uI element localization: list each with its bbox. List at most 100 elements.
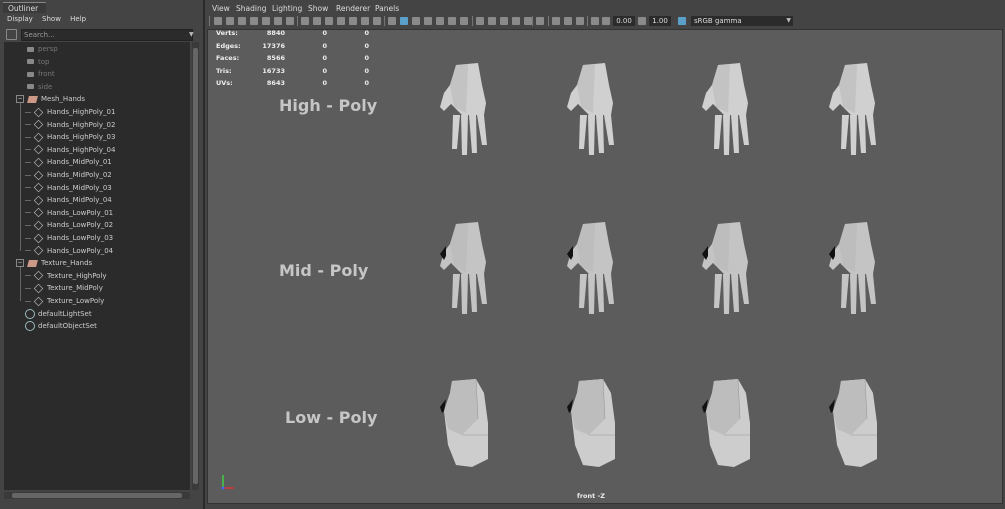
filter-icon[interactable] [6, 29, 17, 40]
outliner-item[interactable]: front [25, 68, 55, 80]
camera-icon [27, 46, 34, 52]
anti-alias-icon[interactable] [424, 17, 432, 25]
mesh-icon [33, 170, 44, 180]
gamma-icon[interactable] [638, 17, 646, 25]
outliner-item[interactable]: Hands_MidPoly_04 [25, 194, 112, 206]
motion-blur-icon[interactable] [412, 17, 420, 25]
hand-model-high-4[interactable] [829, 63, 893, 155]
outliner-item[interactable]: Hands_MidPoly_01 [25, 156, 112, 168]
outliner-item-label: Hands_HighPoly_01 [47, 108, 116, 116]
outliner-item[interactable]: Hands_LowPoly_01 [25, 207, 113, 219]
outliner-item[interactable]: − Mesh_Hands [16, 93, 85, 105]
hand-model-high-2[interactable] [567, 63, 631, 155]
xray-joints-icon[interactable] [476, 17, 484, 25]
xray-icon[interactable] [460, 17, 468, 25]
lights-icon[interactable] [373, 17, 381, 25]
hand-model-low-1[interactable] [440, 379, 504, 471]
outliner-item[interactable]: Hands_MidPoly_03 [25, 182, 112, 194]
outliner-item[interactable]: side [25, 81, 52, 93]
hand-model-low-2[interactable] [567, 379, 631, 471]
outliner-item[interactable]: Hands_LowPoly_03 [25, 232, 113, 244]
gate-mask-icon[interactable] [301, 17, 309, 25]
toggle-icon[interactable] [512, 17, 520, 25]
grid-icon[interactable] [262, 17, 270, 25]
outliner-item[interactable]: defaultLightSet [16, 308, 92, 320]
menu-shading[interactable]: Shading [236, 3, 266, 15]
frame-sel-icon[interactable] [552, 17, 560, 25]
menu-show[interactable]: Show [42, 13, 61, 25]
frame-all-icon[interactable] [536, 17, 544, 25]
outliner-item[interactable]: Texture_MidPoly [25, 282, 103, 294]
gamma-field[interactable]: 1.00 [649, 16, 671, 26]
menu-show[interactable]: Show [308, 3, 328, 15]
outliner-item[interactable]: top [25, 56, 49, 68]
scrollbar-thumb[interactable] [12, 493, 182, 498]
outliner-item[interactable]: Hands_HighPoly_01 [25, 106, 115, 118]
shadows-icon[interactable] [388, 17, 396, 25]
isolate-icon[interactable] [448, 17, 456, 25]
menu-renderer[interactable]: Renderer [336, 3, 370, 15]
hand-model-mid-4[interactable] [829, 222, 893, 314]
collapse-toggle-icon[interactable]: − [16, 259, 24, 268]
horizontal-scrollbar[interactable] [4, 492, 190, 499]
viewport-scene[interactable]: Verts: 8840 0 0 Edges: 17376 0 0 Faces: 8566 0 0 Tri… [207, 29, 1003, 504]
grease-pencil-icon[interactable] [564, 17, 572, 25]
resolution-gate-icon[interactable] [286, 17, 294, 25]
field-chart-icon[interactable] [313, 17, 321, 25]
xray-components-icon[interactable] [488, 17, 496, 25]
hand-model-mid-1[interactable] [440, 222, 504, 314]
menu-display[interactable]: Display [7, 13, 33, 25]
backface-icon[interactable] [500, 17, 508, 25]
color-management-icon[interactable] [678, 17, 686, 25]
exposure-icon[interactable] [602, 17, 610, 25]
outliner-item[interactable]: Hands_HighPoly_02 [25, 119, 115, 131]
mesh-icon [33, 220, 44, 231]
ambient-occlusion-icon[interactable] [400, 17, 408, 25]
exposure-icon[interactable] [576, 17, 584, 25]
color-space-select[interactable]: sRGB gamma ▼ [691, 16, 793, 26]
chevron-down-icon[interactable]: ▼ [189, 30, 197, 39]
film-gate-icon[interactable] [274, 17, 282, 25]
tree-connector [25, 111, 31, 113]
hand-model-high-1[interactable] [440, 63, 504, 155]
vertical-scrollbar[interactable] [192, 42, 199, 490]
camera-label: front -Z [577, 492, 605, 500]
hand-model-mid-3[interactable] [702, 222, 766, 314]
exposure-field[interactable]: 0.00 [613, 16, 635, 26]
outliner-item[interactable]: − Texture_Hands [16, 257, 92, 269]
safe-action-icon[interactable] [325, 17, 333, 25]
outliner-item[interactable]: Hands_LowPoly_02 [25, 219, 113, 231]
wireframe-icon[interactable] [337, 17, 345, 25]
scrollbar-thumb[interactable] [193, 48, 198, 484]
smooth-shade-icon[interactable] [349, 17, 357, 25]
outliner-item[interactable]: defaultObjectSet [16, 320, 97, 332]
outliner-item[interactable]: Texture_HighPoly [25, 270, 107, 282]
outliner-item[interactable]: Texture_LowPoly [25, 295, 104, 307]
select-camera-icon[interactable] [214, 17, 222, 25]
menu-lighting[interactable]: Lighting [272, 3, 302, 15]
menu-panels[interactable]: Panels [375, 3, 399, 15]
depth-icon[interactable] [436, 17, 444, 25]
camera-attr-icon[interactable] [524, 17, 532, 25]
outliner-item[interactable]: Hands_LowPoly_04 [25, 245, 113, 257]
select-camera-icon[interactable] [591, 17, 599, 25]
hand-model-low-3[interactable] [702, 379, 766, 471]
collapse-toggle-icon[interactable]: − [16, 95, 24, 104]
search-input[interactable]: Search... [21, 29, 193, 41]
outliner-item[interactable]: Hands_MidPoly_02 [25, 169, 112, 181]
bookmark-icon[interactable] [238, 17, 246, 25]
menu-help[interactable]: Help [70, 13, 86, 25]
outliner-item[interactable]: persp [25, 43, 58, 55]
row-label-mid: Mid - Poly [279, 261, 369, 280]
tree-connector [25, 124, 31, 126]
hand-model-mid-2[interactable] [567, 222, 631, 314]
textured-icon[interactable] [361, 17, 369, 25]
image-plane-icon[interactable] [250, 17, 258, 25]
outliner-item[interactable]: Hands_HighPoly_04 [25, 144, 115, 156]
menu-view[interactable]: View [212, 3, 230, 15]
camera-lock-icon[interactable] [226, 17, 234, 25]
outliner-item[interactable]: Hands_HighPoly_03 [25, 131, 115, 143]
tree-connector [25, 224, 31, 226]
hand-model-low-4[interactable] [829, 379, 893, 471]
hand-model-high-3[interactable] [702, 63, 766, 155]
